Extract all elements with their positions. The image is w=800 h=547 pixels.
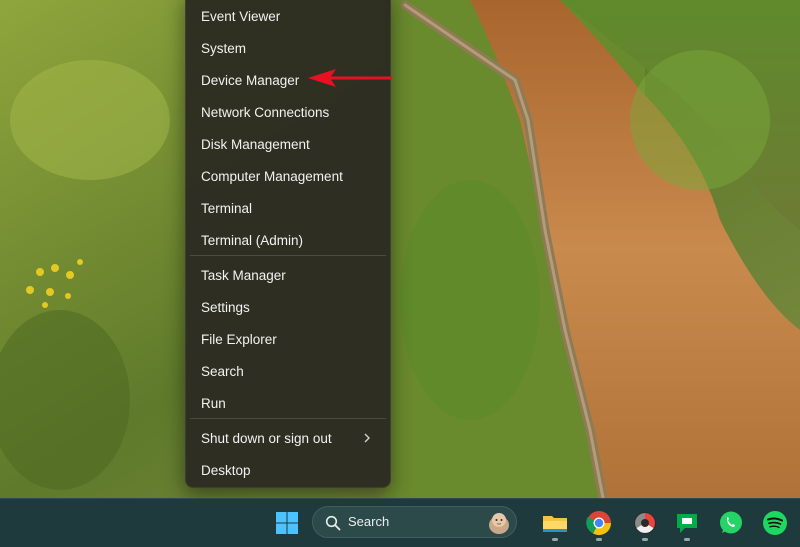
menu-item-search[interactable]: Search xyxy=(190,356,386,386)
running-indicator xyxy=(642,538,648,541)
search-icon xyxy=(325,515,341,531)
menu-item-label: Device Manager xyxy=(201,72,300,88)
menu-item-label: Search xyxy=(201,363,244,379)
whatsapp-icon[interactable] xyxy=(717,509,745,537)
menu-separator xyxy=(190,418,386,419)
menu-item-desktop[interactable]: Desktop xyxy=(190,455,386,485)
chrome-icon[interactable] xyxy=(585,509,613,537)
menu-item-label: Shut down or sign out xyxy=(201,430,332,446)
desktop-wallpaper xyxy=(0,0,800,498)
menu-item-label: Desktop xyxy=(201,462,251,478)
menu-item-shut-down-or-sign-out[interactable]: Shut down or sign out xyxy=(190,423,386,453)
menu-item-run[interactable]: Run xyxy=(190,388,386,418)
menu-item-disk-management[interactable]: Disk Management xyxy=(190,129,386,159)
menu-item-label: System xyxy=(201,40,247,56)
menu-item-label: Terminal xyxy=(201,200,253,216)
start-icon[interactable] xyxy=(273,509,301,537)
search-placeholder: Search xyxy=(348,514,390,529)
menu-item-system[interactable]: System xyxy=(190,33,386,63)
menu-item-network-connections[interactable]: Network Connections xyxy=(190,97,386,127)
file-explorer-icon[interactable] xyxy=(541,509,569,537)
chevron-right-icon xyxy=(364,433,370,443)
menu-item-label: Terminal (Admin) xyxy=(201,232,304,248)
taskbar: Search xyxy=(0,498,800,547)
menu-item-terminal[interactable]: Terminal xyxy=(190,193,386,223)
menu-item-computer-management[interactable]: Computer Management xyxy=(190,161,386,191)
menu-item-label: Settings xyxy=(201,299,250,315)
menu-item-terminal-admin[interactable]: Terminal (Admin) xyxy=(190,225,386,255)
menu-item-label: Disk Management xyxy=(201,136,310,152)
taskbar-search-box[interactable]: Search xyxy=(312,506,517,538)
spotify-icon[interactable] xyxy=(761,509,789,537)
annotation-arrow xyxy=(308,69,392,87)
menu-item-label: Event Viewer xyxy=(201,8,281,24)
google-chat-icon[interactable] xyxy=(673,509,701,537)
running-indicator xyxy=(684,538,690,541)
menu-item-label: Computer Management xyxy=(201,168,343,184)
menu-item-task-manager[interactable]: Task Manager xyxy=(190,260,386,290)
menu-item-label: Task Manager xyxy=(201,267,286,283)
menu-separator xyxy=(190,255,386,256)
menu-item-event-viewer[interactable]: Event Viewer xyxy=(190,1,386,31)
running-indicator xyxy=(596,538,602,541)
search-highlight-icon xyxy=(489,513,509,534)
menu-item-file-explorer[interactable]: File Explorer xyxy=(190,324,386,354)
menu-item-settings[interactable]: Settings xyxy=(190,292,386,322)
menu-item-label: File Explorer xyxy=(201,331,277,347)
davinci-resolve-icon[interactable] xyxy=(631,509,659,537)
menu-item-label: Network Connections xyxy=(201,104,330,120)
menu-item-label: Run xyxy=(201,395,226,411)
running-indicator xyxy=(552,538,558,541)
